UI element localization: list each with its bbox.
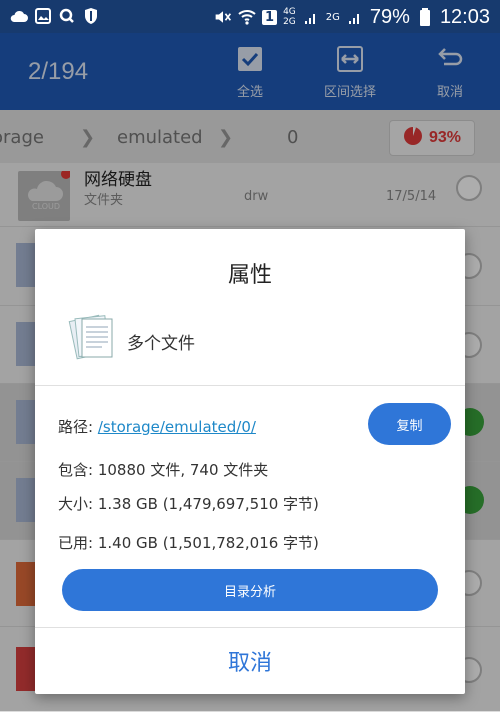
contains-label: 包含:: [58, 461, 94, 479]
contains-value: 10880 文件, 740 文件夹: [97, 461, 269, 479]
path-link[interactable]: /storage/emulated/0/: [98, 418, 256, 436]
copy-button[interactable]: 复制: [368, 403, 451, 445]
status-bar: 1 4G 2G 2G 79% 12:03: [0, 0, 500, 33]
shield-icon: [82, 7, 100, 25]
signal-icon-2: [346, 8, 364, 26]
net-a-label: 4G: [283, 7, 296, 17]
path-label: 路径:: [58, 418, 94, 436]
size-row: 大小: 1.38 GB (1,479,697,510 字节): [58, 493, 319, 514]
directory-analysis-button[interactable]: 目录分析: [62, 569, 438, 611]
divider: [35, 385, 465, 386]
multiple-files-icon: [63, 307, 123, 365]
dialog-title: 属性: [227, 263, 272, 288]
used-row: 已用: 1.40 GB (1,501,782,016 字节): [58, 532, 319, 553]
size-value: 1.38 GB (1,479,697,510 字节): [97, 495, 319, 513]
signal-icon: [302, 8, 320, 26]
search-app-icon: [58, 7, 76, 25]
network-4g-label: 4G 2G: [283, 7, 296, 27]
dialog-cancel-button[interactable]: 取消: [35, 628, 465, 694]
used-label: 已用:: [58, 534, 94, 552]
net-b-label: 2G: [283, 17, 296, 27]
dialog-file-name: 多个文件: [127, 334, 195, 354]
cloud-icon: [10, 7, 28, 25]
image-icon: [34, 7, 52, 25]
properties-dialog: 属性 多个文件 路径: /storage/emulated/0/ 复制 包含: …: [35, 229, 465, 694]
wifi-icon: [238, 8, 256, 26]
mute-icon: [214, 8, 232, 26]
sim-badge: 1: [262, 9, 278, 25]
size-label: 大小:: [58, 495, 94, 513]
used-value: 1.40 GB (1,501,782,016 字节): [97, 534, 319, 552]
battery-icon: [416, 8, 434, 26]
network-2g-label: 2G: [325, 11, 340, 23]
status-left-icons: [10, 7, 100, 25]
contains-row: 包含: 10880 文件, 740 文件夹: [58, 459, 268, 480]
path-row: 路径: /storage/emulated/0/: [58, 416, 256, 437]
battery-percent: 79%: [369, 6, 410, 28]
clock: 12:03: [439, 6, 490, 28]
status-right-icons: 1 4G 2G 2G 79% 12:03: [214, 4, 490, 30]
